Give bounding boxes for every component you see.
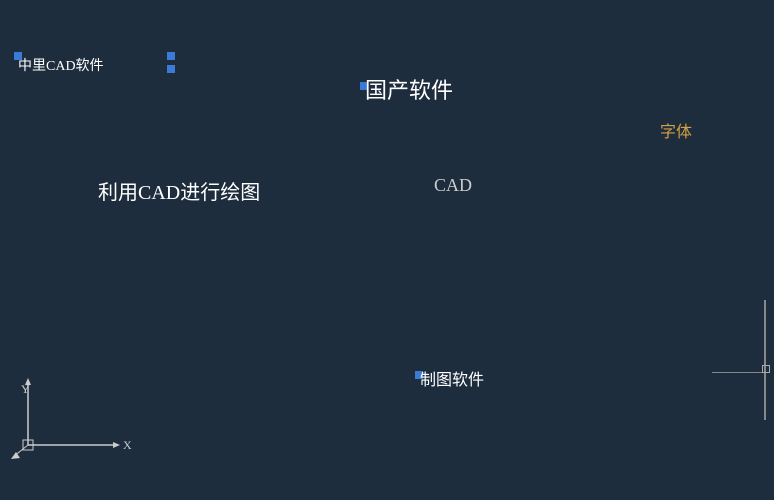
right-vertical-line [764, 300, 766, 420]
ziti-label: 字体 [660, 118, 692, 142]
selection-square-tl2 [167, 52, 175, 60]
zhitu-label: 制图软件 [420, 366, 484, 390]
axes-svg: Y X [8, 375, 138, 465]
svg-text:Y: Y [21, 382, 30, 396]
zhitu-text: 制图软件 [420, 366, 484, 390]
top-left-label: 中里CAD软件 [18, 55, 104, 75]
cad-text-content: CAD [434, 175, 472, 195]
right-handle-square [762, 365, 770, 373]
main-drawing-text-content: 利用CAD进行绘图 [98, 182, 260, 204]
guochan-label: 国产软件 [365, 73, 453, 105]
selection-square-tl3 [167, 65, 175, 73]
top-left-text: 中里CAD软件 [18, 55, 104, 75]
svg-text:X: X [123, 438, 132, 452]
guochan-text: 国产软件 [365, 73, 453, 105]
cad-canvas: 中里CAD软件 国产软件 字体 利用CAD进行绘图 CAD 制图软件 [0, 0, 774, 500]
coordinate-axes: Y X [8, 375, 138, 470]
ziti-text: 字体 [660, 124, 692, 141]
cad-label: CAD [434, 175, 472, 196]
right-horizontal-line [712, 372, 762, 373]
main-drawing-text: 利用CAD进行绘图 [98, 176, 260, 205]
